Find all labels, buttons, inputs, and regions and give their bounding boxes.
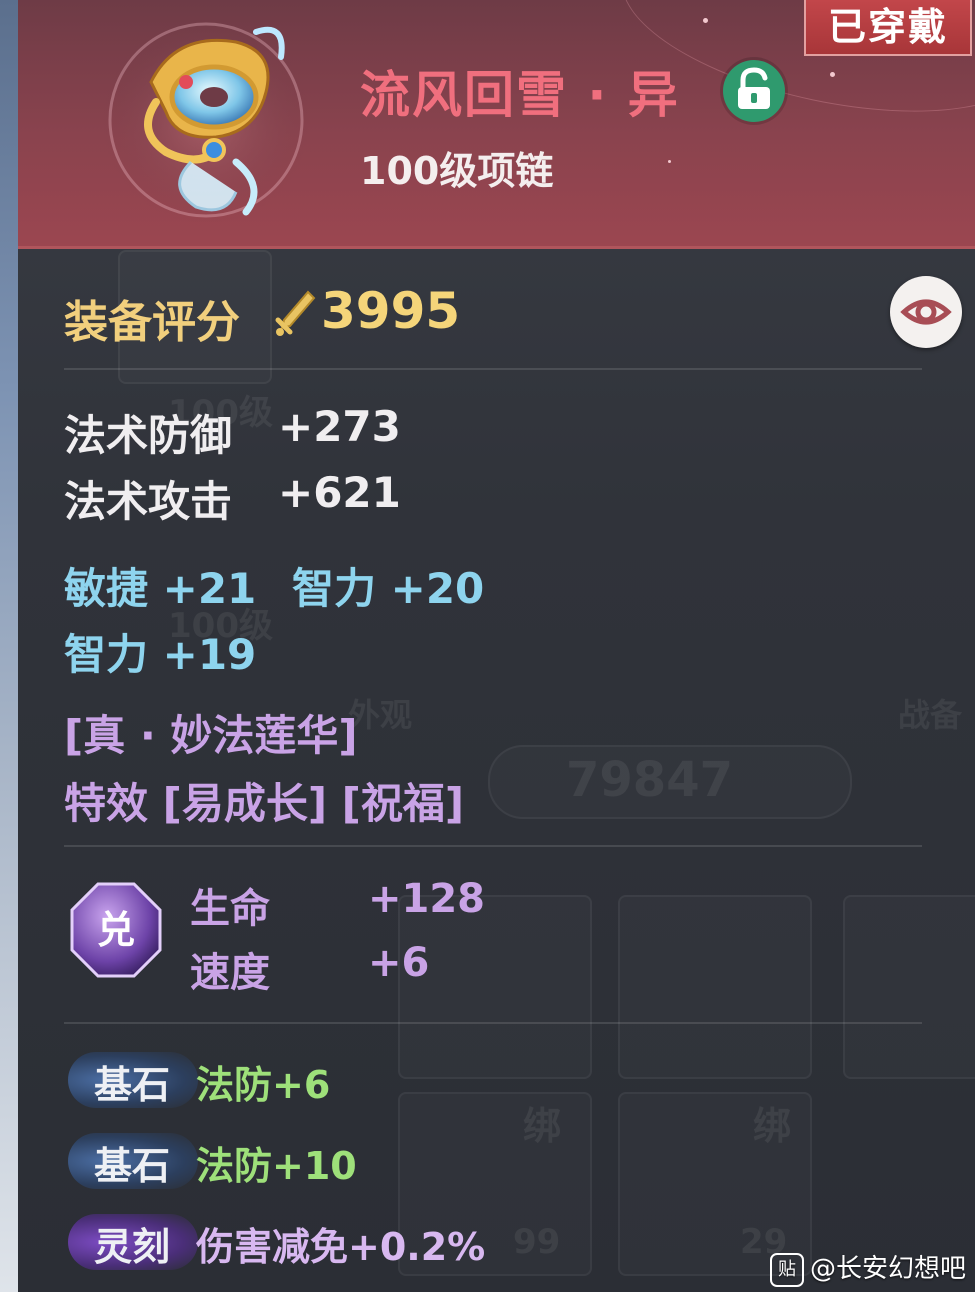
stone-value: 法防+10 (196, 1144, 357, 1188)
stone-label: 基石 (94, 1144, 171, 1188)
bg-bag-slot-2 (618, 895, 812, 1079)
divider (64, 845, 922, 847)
item-level-type: 100级项链 (360, 149, 554, 193)
bg-bind-label-2: 绑 (753, 1104, 792, 1148)
stat-value: +273 (278, 402, 401, 451)
watermark-text: @长安幻想吧 (810, 1254, 967, 1284)
stat-label: 法术攻击 (64, 477, 233, 526)
bg-power-value: 79847 (566, 752, 733, 808)
gem-stat-value: +128 (368, 876, 486, 922)
gem-glyph: 兑 (97, 907, 135, 952)
base-stat-row: 法术防御 +273 (64, 402, 401, 463)
unlock-icon[interactable] (723, 60, 785, 122)
gem-stat-label: 生命 (190, 886, 270, 932)
stone-label: 灵刻 (94, 1225, 171, 1269)
gem-dui-icon[interactable]: 兑 (68, 880, 164, 980)
base-stat-row: 法术攻击 +621 (64, 468, 401, 529)
stat-label: 法术防御 (64, 411, 233, 460)
tieba-logo-icon: 贴 (770, 1252, 804, 1287)
score-value: 3995 (321, 282, 461, 340)
background-scene-strip (0, 0, 18, 1292)
bg-bind-label: 绑 (523, 1104, 562, 1148)
equipped-status-badge: 已穿戴 (804, 0, 972, 56)
stone-value: 伤害减免+0.2% (196, 1225, 486, 1269)
gem-stat-value: +6 (368, 940, 430, 986)
stat-value: +621 (278, 468, 401, 517)
bg-appearance-label: 外观 (348, 696, 413, 734)
score-label: 装备评分 (64, 297, 240, 348)
preview-eye-button[interactable] (890, 276, 962, 348)
divider (64, 368, 922, 370)
bg-count-a: 99 (513, 1222, 561, 1262)
bg-battle-label: 战备 (898, 696, 963, 734)
item-detail-panel: 100级 100级 外观 战备 79847 绑 绑 99 29 流风回雪 · 异… (18, 0, 975, 1292)
gem-stat-label: 速度 (190, 950, 270, 996)
stone-value: 法防+6 (196, 1063, 331, 1107)
special-effects: 特效 [易成长] [祝福] (64, 779, 465, 828)
divider (64, 1022, 922, 1024)
item-header: 流风回雪 · 异 100级项链 已穿戴 (18, 0, 975, 249)
eye-icon (900, 299, 952, 325)
special-skill: [真 · 妙法莲华] (64, 711, 358, 760)
item-name: 流风回雪 · 异 (360, 66, 680, 124)
bonus-stat: 智力 +19 (64, 630, 257, 679)
bg-bag-slot-3 (843, 895, 975, 1079)
bonus-stat: 敏捷 +21 (64, 564, 257, 613)
bonus-stat: 智力 +20 (292, 564, 485, 613)
stone-label: 基石 (94, 1063, 171, 1107)
sword-score-icon (275, 290, 316, 336)
watermark: 贴 @长安幻想吧 (770, 1248, 966, 1287)
bg-bag-slot-1 (398, 895, 592, 1079)
necklace-icon[interactable] (96, 12, 316, 222)
